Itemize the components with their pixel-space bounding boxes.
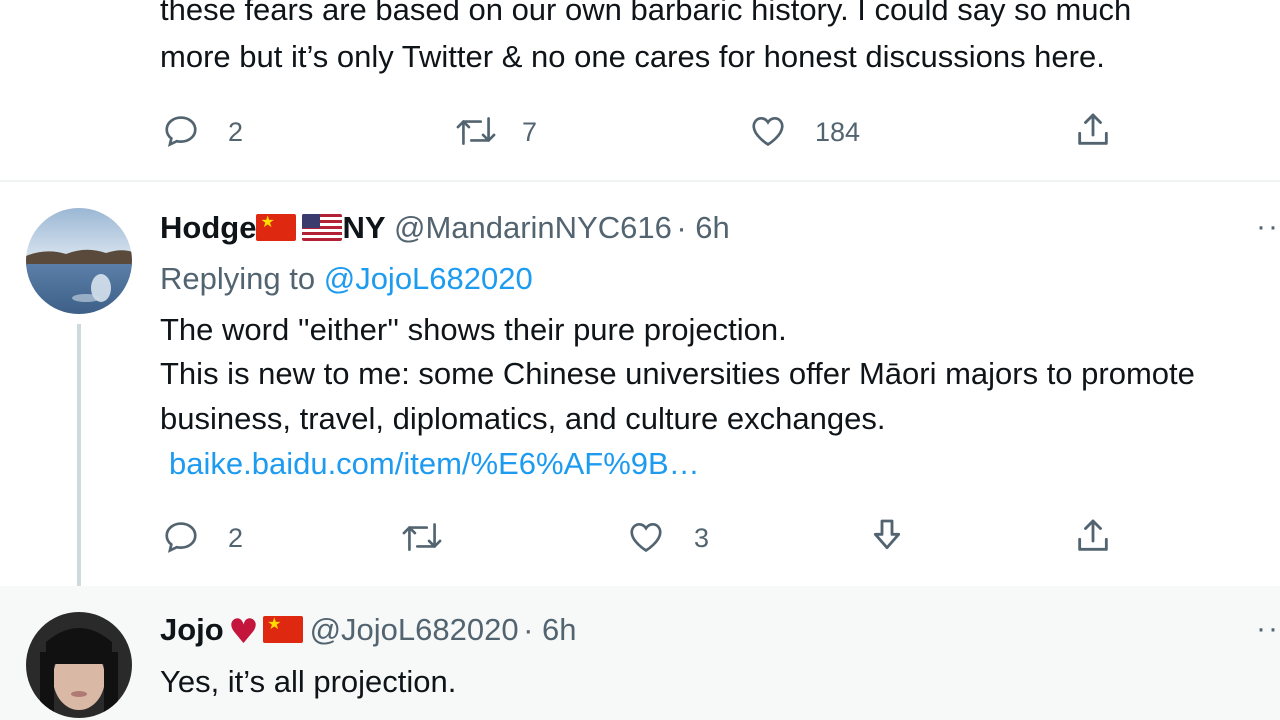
share-icon[interactable] (1073, 516, 1113, 556)
user-handle[interactable]: @JojoL682020 (310, 612, 519, 647)
like-icon[interactable] (748, 112, 788, 150)
retweet-count: 7 (522, 117, 538, 147)
user-handle[interactable]: @MandarinNYC616 (394, 210, 672, 245)
tweet-text-line: This is new to me: some Chinese universi… (160, 356, 1195, 391)
china-flag-icon (263, 614, 304, 643)
reply-icon[interactable] (162, 112, 200, 150)
avatar[interactable] (26, 612, 132, 718)
tweet-header: Jojo ♥ @JojoL682020 · 6h (160, 612, 576, 652)
retweet-icon[interactable] (400, 518, 444, 556)
us-flag-icon (302, 214, 343, 241)
like-icon[interactable] (626, 518, 666, 556)
download-icon[interactable] (867, 516, 907, 556)
like-count: 3 (694, 523, 710, 553)
reply-icon[interactable] (162, 518, 200, 556)
more-icon[interactable]: ·· (1256, 612, 1280, 646)
tweet-text-line: The word ''either'' shows their pure pro… (160, 312, 787, 347)
share-icon[interactable] (1073, 110, 1113, 150)
replying-to: Replying to @JojoL682020 (160, 257, 533, 301)
tweet-header: Hodge NY @MandarinNYC616 · 6h (160, 210, 730, 246)
replying-handle-link[interactable]: @JojoL682020 (324, 261, 533, 296)
timestamp[interactable]: · 6h (523, 612, 576, 647)
timestamp[interactable]: · 6h (676, 210, 729, 245)
reply-count: 2 (228, 523, 244, 553)
display-name-suffix[interactable]: NY (342, 210, 385, 245)
reply-count: 2 (228, 117, 244, 147)
display-name[interactable]: Jojo (160, 612, 224, 647)
like-count: 184 (815, 117, 861, 147)
display-name[interactable]: Hodge (160, 210, 256, 245)
avatar[interactable] (26, 208, 132, 314)
replying-prefix: Replying to (160, 261, 316, 296)
thread-line (77, 324, 81, 602)
tweet-text-line: more but it’s only Twitter & no one care… (160, 39, 1105, 74)
tweet-text-line: these fears are based on our own barbari… (160, 0, 1132, 27)
heart-emoji-icon: ♥ (228, 612, 259, 652)
tweet-text-line: business, travel, diplomatics, and cultu… (160, 401, 886, 436)
tweet-text-line: Yes, it’s all projection. (160, 664, 457, 699)
tweet-divider (0, 180, 1280, 182)
tweet-link[interactable]: baike.baidu.com/item/%E6%AF%9B… (169, 442, 700, 486)
retweet-icon[interactable] (454, 112, 498, 150)
more-icon[interactable]: ·· (1256, 210, 1280, 244)
china-flag-icon (256, 212, 297, 241)
